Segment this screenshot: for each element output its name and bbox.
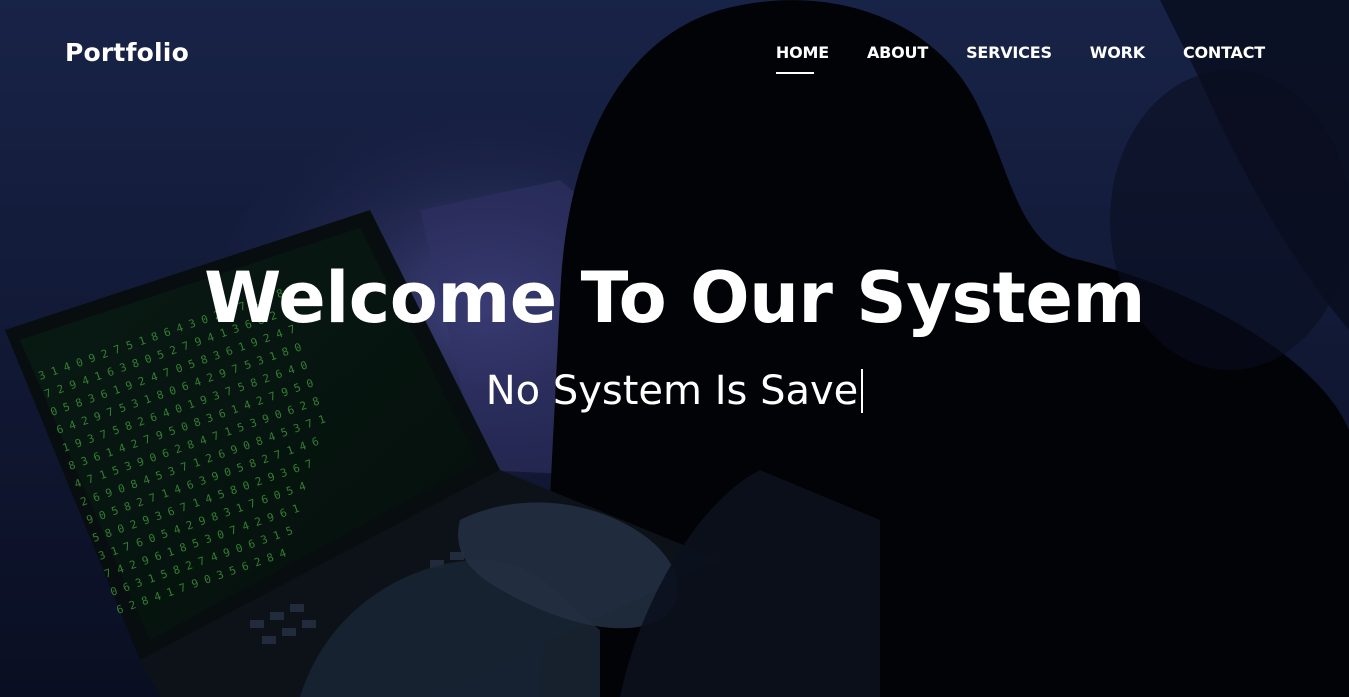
hero-content: Welcome To Our System No System Is Save [0, 255, 1349, 415]
nav-menu: HOME ABOUT SERVICES WORK CONTACT [738, 43, 1265, 74]
typing-cursor [861, 369, 864, 413]
hero-title: Welcome To Our System [204, 257, 1145, 339]
nav-item-home[interactable]: HOME [775, 43, 829, 74]
logo-text[interactable]: Portfolio [65, 38, 189, 67]
nav-item-about[interactable]: ABOUT [867, 43, 928, 74]
hero-section: 3 1 4 0 9 2 7 5 1 8 6 4 3 0 2 9 7 1 5 8 … [0, 0, 1349, 697]
hero-subtitle-wrap: No System Is Save [486, 367, 864, 415]
navbar: Portfolio HOME ABOUT SERVICES WORK CONTA… [0, 0, 1349, 110]
hero-subtitle: No System Is Save [485, 368, 859, 414]
nav-item-services[interactable]: SERVICES [966, 43, 1052, 74]
nav-item-contact[interactable]: CONTACT [1183, 43, 1265, 74]
nav-item-work[interactable]: WORK [1090, 43, 1145, 74]
